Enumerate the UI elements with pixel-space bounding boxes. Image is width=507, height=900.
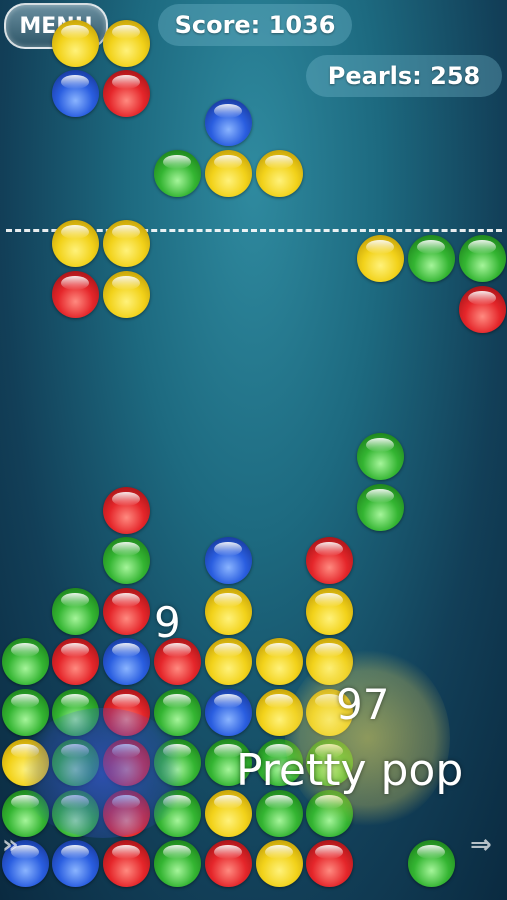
board-red-ball — [103, 487, 150, 534]
game-board[interactable]: MENU Score: 1036 Pearls: 258 9 97 Pretty… — [0, 0, 507, 900]
pretty-pop-message: Pretty pop — [236, 745, 464, 796]
board-green-ball — [408, 840, 455, 887]
board-green-ball — [103, 537, 150, 584]
next-red-ball — [459, 286, 506, 333]
falling-yellow-ball — [52, 20, 99, 67]
falling-red-ball — [103, 70, 150, 117]
board-red-ball — [103, 840, 150, 887]
board-yellow-ball — [256, 840, 303, 887]
board-yellow-ball — [306, 588, 353, 635]
pop-bubble-yellow — [285, 648, 450, 828]
falling-yellow-ball — [103, 20, 150, 67]
pop-bubble-blue — [18, 708, 188, 838]
falling-blue-ball — [205, 99, 252, 146]
board-blue-ball — [103, 638, 150, 685]
next-green-ball — [408, 235, 455, 282]
next-yellow-ball — [357, 235, 404, 282]
next-yellow-ball — [52, 220, 99, 267]
next-red-ball — [52, 271, 99, 318]
arrow-right-icon[interactable]: ⇒ — [470, 830, 492, 860]
falling-yellow-ball — [256, 150, 303, 197]
board-yellow-ball — [205, 588, 252, 635]
next-yellow-ball — [103, 271, 150, 318]
board-yellow-ball — [256, 638, 303, 685]
next-green-ball — [459, 235, 506, 282]
next-yellow-ball — [103, 220, 150, 267]
board-blue-ball — [52, 840, 99, 887]
dropping-green-ball — [357, 433, 404, 480]
board-blue-ball — [205, 689, 252, 736]
board-red-ball — [306, 840, 353, 887]
board-green-ball — [256, 790, 303, 837]
double-chevron-right-icon[interactable]: » — [2, 830, 19, 860]
score-display: Score: 1036 — [158, 4, 352, 46]
pearls-display: Pearls: 258 — [306, 55, 502, 97]
falling-green-ball — [154, 150, 201, 197]
board-yellow-ball — [205, 638, 252, 685]
board-yellow-ball — [205, 790, 252, 837]
board-green-ball — [154, 840, 201, 887]
board-red-ball — [52, 638, 99, 685]
board-red-ball — [205, 840, 252, 887]
points-popup-label: 97 — [336, 680, 390, 729]
combo-count-label: 9 — [154, 598, 181, 647]
falling-blue-ball — [52, 70, 99, 117]
board-red-ball — [103, 588, 150, 635]
dropping-green-ball — [357, 484, 404, 531]
board-red-ball — [306, 537, 353, 584]
falling-yellow-ball — [205, 150, 252, 197]
board-blue-ball — [205, 537, 252, 584]
board-green-ball — [52, 588, 99, 635]
board-green-ball — [2, 638, 49, 685]
